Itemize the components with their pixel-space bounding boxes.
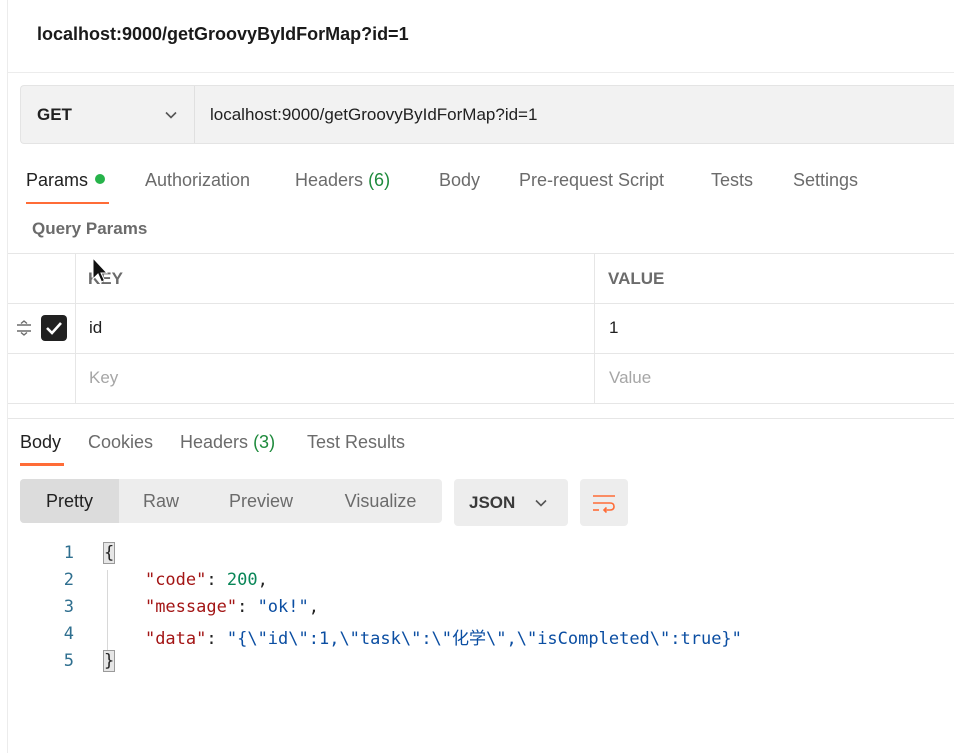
tab-params-label: Params xyxy=(26,170,89,190)
code-line: "code": 200, xyxy=(144,570,268,590)
tab-response-headers[interactable]: Headers (3) xyxy=(180,432,275,453)
response-headers-count: (3) xyxy=(253,432,276,452)
line-number: 1 xyxy=(63,543,74,563)
method-label: GET xyxy=(37,105,72,124)
checkmark-icon xyxy=(46,322,62,335)
view-mode-selector: Pretty Raw Preview Visualize xyxy=(20,479,442,523)
json-string: "{\"id\":1,\"task\":\"化学\",\"isCompleted… xyxy=(226,629,742,649)
tab-settings[interactable]: Settings xyxy=(793,170,858,191)
view-raw-button[interactable]: Raw xyxy=(119,479,203,523)
format-select[interactable]: JSON xyxy=(454,479,568,526)
key-input-placeholder[interactable]: Key xyxy=(89,368,118,388)
view-visualize-button[interactable]: Visualize xyxy=(319,479,442,523)
param-value[interactable]: 1 xyxy=(609,318,618,338)
url-input[interactable]: localhost:9000/getGroovyByIdForMap?id=1 xyxy=(210,105,537,125)
wrap-lines-icon xyxy=(593,495,615,514)
chevron-down-icon xyxy=(535,499,547,507)
tab-pre-request-script[interactable]: Pre-request Script xyxy=(519,170,664,191)
tab-headers[interactable]: Headers (6) xyxy=(295,170,390,191)
section-divider xyxy=(8,418,954,419)
column-header-value: VALUE xyxy=(608,269,665,288)
json-key: "data" xyxy=(144,629,207,649)
line-number: 4 xyxy=(63,624,74,644)
param-checkbox[interactable] xyxy=(41,315,67,341)
json-string: "ok!" xyxy=(257,597,309,617)
tab-response-headers-label: Headers xyxy=(180,432,249,452)
code-line: } xyxy=(102,650,116,672)
tab-tests[interactable]: Tests xyxy=(711,170,753,191)
status-dot xyxy=(95,174,106,184)
method-select[interactable]: GET xyxy=(21,86,195,143)
params-table: KEY VALUE id 1 Key Value xyxy=(8,253,954,404)
view-pretty-button[interactable]: Pretty xyxy=(20,479,119,523)
code-line: "message": "ok!", xyxy=(144,597,319,617)
code-line: { xyxy=(102,542,116,564)
json-key: "code" xyxy=(144,570,207,590)
active-tab-indicator xyxy=(20,463,64,466)
tab-authorization[interactable]: Authorization xyxy=(145,170,250,191)
view-preview-button[interactable]: Preview xyxy=(203,479,319,523)
query-params-title: Query Params xyxy=(32,219,148,238)
tab-cookies[interactable]: Cookies xyxy=(88,432,153,453)
tab-body[interactable]: Body xyxy=(439,170,480,191)
tab-test-results[interactable]: Test Results xyxy=(307,432,405,453)
headers-count: (6) xyxy=(368,170,391,190)
close-brace: } xyxy=(102,650,116,672)
wrap-lines-button[interactable] xyxy=(580,479,628,526)
tab-response-body[interactable]: Body xyxy=(20,432,61,453)
divider xyxy=(8,72,954,73)
line-number: 3 xyxy=(63,597,74,617)
mouse-pointer-icon xyxy=(92,257,108,283)
url-bar: GET localhost:9000/getGroovyByIdForMap?i… xyxy=(20,85,954,144)
drag-handle-icon[interactable] xyxy=(16,320,32,336)
line-number: 2 xyxy=(63,570,74,590)
param-key[interactable]: id xyxy=(89,318,102,338)
format-label: JSON xyxy=(469,493,516,512)
tab-params[interactable]: Params xyxy=(26,170,106,191)
table-row-empty: Key Value xyxy=(8,353,954,404)
table-row: id 1 xyxy=(8,303,954,353)
active-tab-indicator xyxy=(26,202,109,204)
request-title[interactable]: localhost:9000/getGroovyByIdForMap?id=1 xyxy=(37,24,409,45)
json-number: 200 xyxy=(226,570,258,590)
value-input-placeholder[interactable]: Value xyxy=(609,368,651,388)
open-brace: { xyxy=(102,542,116,564)
table-header-row: KEY VALUE xyxy=(8,253,954,303)
json-key: "message" xyxy=(144,597,238,617)
code-line: "data": "{\"id\":1,\"task\":\"化学\",\"isC… xyxy=(144,629,742,649)
line-number: 5 xyxy=(63,651,74,671)
tab-headers-label: Headers xyxy=(295,170,364,190)
chevron-down-icon xyxy=(165,111,177,119)
